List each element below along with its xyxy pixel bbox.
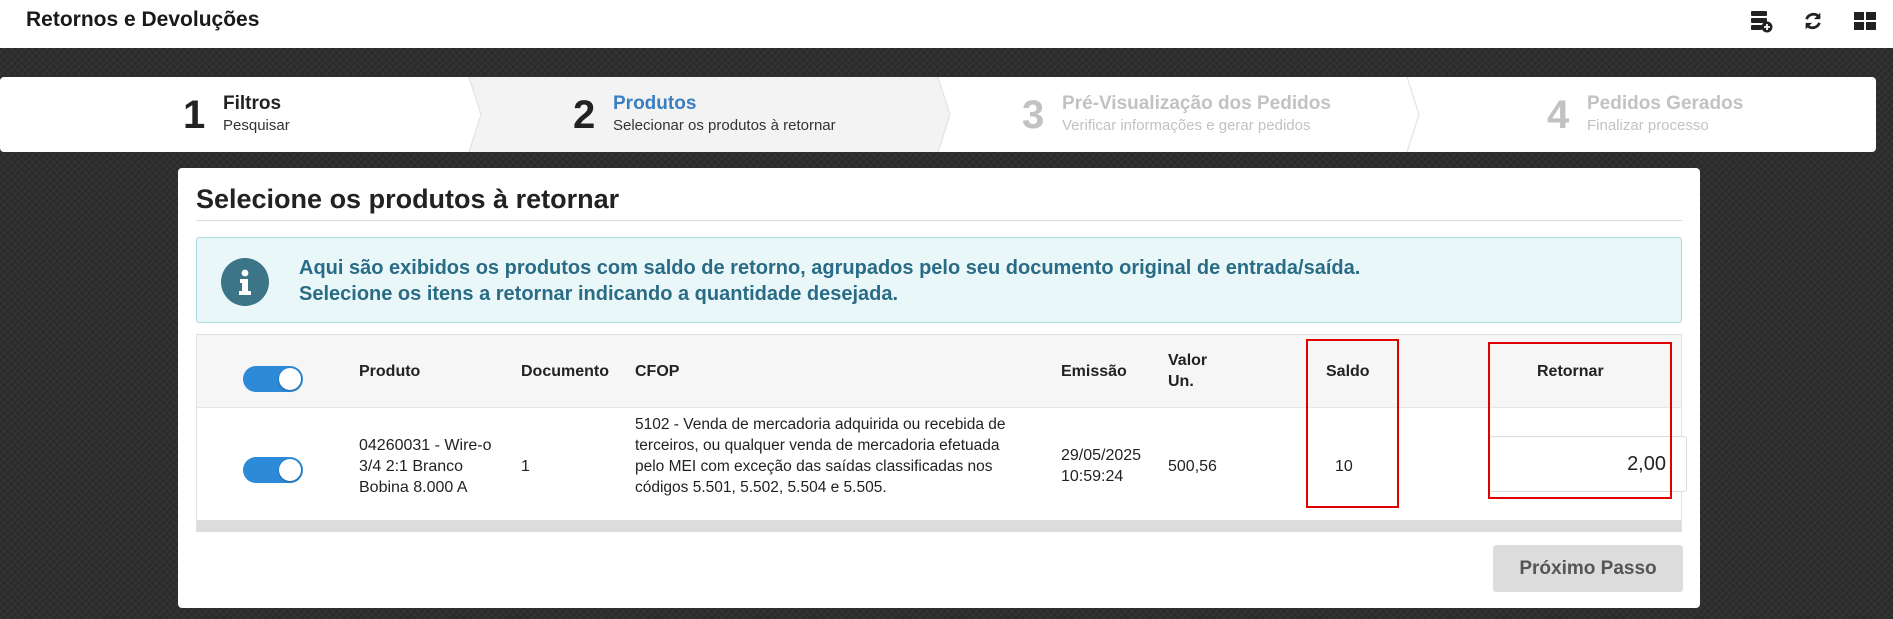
step-number: 4 xyxy=(1547,93,1570,137)
step-subtitle: Pesquisar xyxy=(223,117,290,134)
step-separator-chevron-icon xyxy=(463,77,482,152)
cfop-line: códigos 5.501, 5.502, 5.504 e 5.505. xyxy=(635,479,887,496)
column-header-produto[interactable]: Produto xyxy=(359,363,420,381)
cfop-line: pelo MEI com exceção das saídas classifi… xyxy=(635,458,993,475)
panel-title: Selecione os produtos à retornar xyxy=(196,184,620,214)
wizard-step-3[interactable]: 3 Pré-Visualização dos Pedidos Verificar… xyxy=(938,77,1407,152)
app-title: Retornos e Devoluções xyxy=(26,8,260,31)
table-header: Produto Documento CFOP Emissão Valor Un.… xyxy=(197,335,1681,408)
cfop-line: terceiros, ou qualquer venda de mercador… xyxy=(635,437,1000,454)
column-header-cfop[interactable]: CFOP xyxy=(635,363,679,381)
step-separator-chevron-icon xyxy=(1406,77,1420,152)
database-add-icon[interactable] xyxy=(1748,8,1774,34)
info-icon xyxy=(221,258,269,306)
emissao-time: 10:59:24 xyxy=(1061,468,1124,485)
step-separator-chevron-icon xyxy=(932,77,951,152)
step-title: Pré-Visualização dos Pedidos xyxy=(1062,93,1331,114)
cell-produto: 04260031 - Wire-o 3/4 2:1 Branco Bobina … xyxy=(359,435,492,498)
column-header-retornar[interactable]: Retornar xyxy=(1537,363,1604,381)
produto-line: 3/4 2:1 Branco xyxy=(359,458,464,475)
cell-documento: 1 xyxy=(521,458,530,475)
wizard-step-4[interactable]: 4 Pedidos Gerados Finalizar processo xyxy=(1407,77,1876,152)
layout-grid-icon[interactable] xyxy=(1852,8,1878,34)
products-panel: Selecione os produtos à retornar Aqui sã… xyxy=(178,168,1700,608)
cell-valor-un: 500,56 xyxy=(1168,458,1217,475)
refresh-icon[interactable] xyxy=(1800,8,1826,34)
wizard-step-1[interactable]: 1 Filtros Pesquisar xyxy=(0,77,469,152)
cfop-line: 5102 - Venda de mercadoria adquirida ou … xyxy=(635,416,1006,433)
step-title: Filtros xyxy=(223,93,282,114)
step-number: 2 xyxy=(573,93,596,137)
cell-saldo: 10 xyxy=(1335,458,1353,475)
top-bar: Retornos e Devoluções xyxy=(0,0,1893,48)
column-header-documento[interactable]: Documento xyxy=(521,363,609,381)
alert-message: Aqui são exibidos os produtos com saldo … xyxy=(299,255,1360,307)
column-header-valor-line1[interactable]: Valor xyxy=(1168,352,1207,370)
divider xyxy=(196,220,1682,221)
retornar-quantity-input[interactable] xyxy=(1489,436,1687,492)
step-number: 3 xyxy=(1022,93,1045,137)
horizontal-scrollbar[interactable] xyxy=(197,520,1681,532)
toggle-knob xyxy=(279,459,301,481)
step-title: Produtos xyxy=(613,93,697,114)
cell-emissao: 29/05/2025 10:59:24 xyxy=(1061,445,1141,487)
step-subtitle: Verificar informações e gerar pedidos xyxy=(1062,117,1311,134)
emissao-date: 29/05/2025 xyxy=(1061,447,1142,464)
step-subtitle: Finalizar processo xyxy=(1587,117,1709,134)
products-table: Produto Documento CFOP Emissão Valor Un.… xyxy=(196,334,1687,532)
wizard-steps: 1 Filtros Pesquisar 2 Produtos Seleciona… xyxy=(0,77,1876,152)
select-all-toggle[interactable] xyxy=(243,366,303,392)
alert-line-1: Aqui são exibidos os produtos com saldo … xyxy=(299,257,1361,279)
column-header-emissao[interactable]: Emissão xyxy=(1061,363,1127,381)
column-header-saldo[interactable]: Saldo xyxy=(1326,363,1370,381)
produto-line: Bobina 8.000 A xyxy=(359,479,468,496)
wizard-step-2[interactable]: 2 Produtos Selecionar os produtos à reto… xyxy=(469,77,938,152)
step-title: Pedidos Gerados xyxy=(1587,93,1744,114)
column-header-valor-line2[interactable]: Un. xyxy=(1168,373,1194,391)
step-number: 1 xyxy=(183,93,206,137)
row-select-toggle[interactable] xyxy=(243,457,303,483)
next-step-button[interactable]: Próximo Passo xyxy=(1493,545,1683,592)
toggle-knob xyxy=(279,368,301,390)
info-alert: Aqui são exibidos os produtos com saldo … xyxy=(196,237,1682,323)
step-subtitle: Selecionar os produtos à retornar xyxy=(613,117,836,134)
produto-line: 04260031 - Wire-o xyxy=(359,437,492,454)
alert-line-2: Selecione os itens a retornar indicando … xyxy=(299,283,899,305)
cell-cfop: 5102 - Venda de mercadoria adquirida ou … xyxy=(635,414,1006,498)
